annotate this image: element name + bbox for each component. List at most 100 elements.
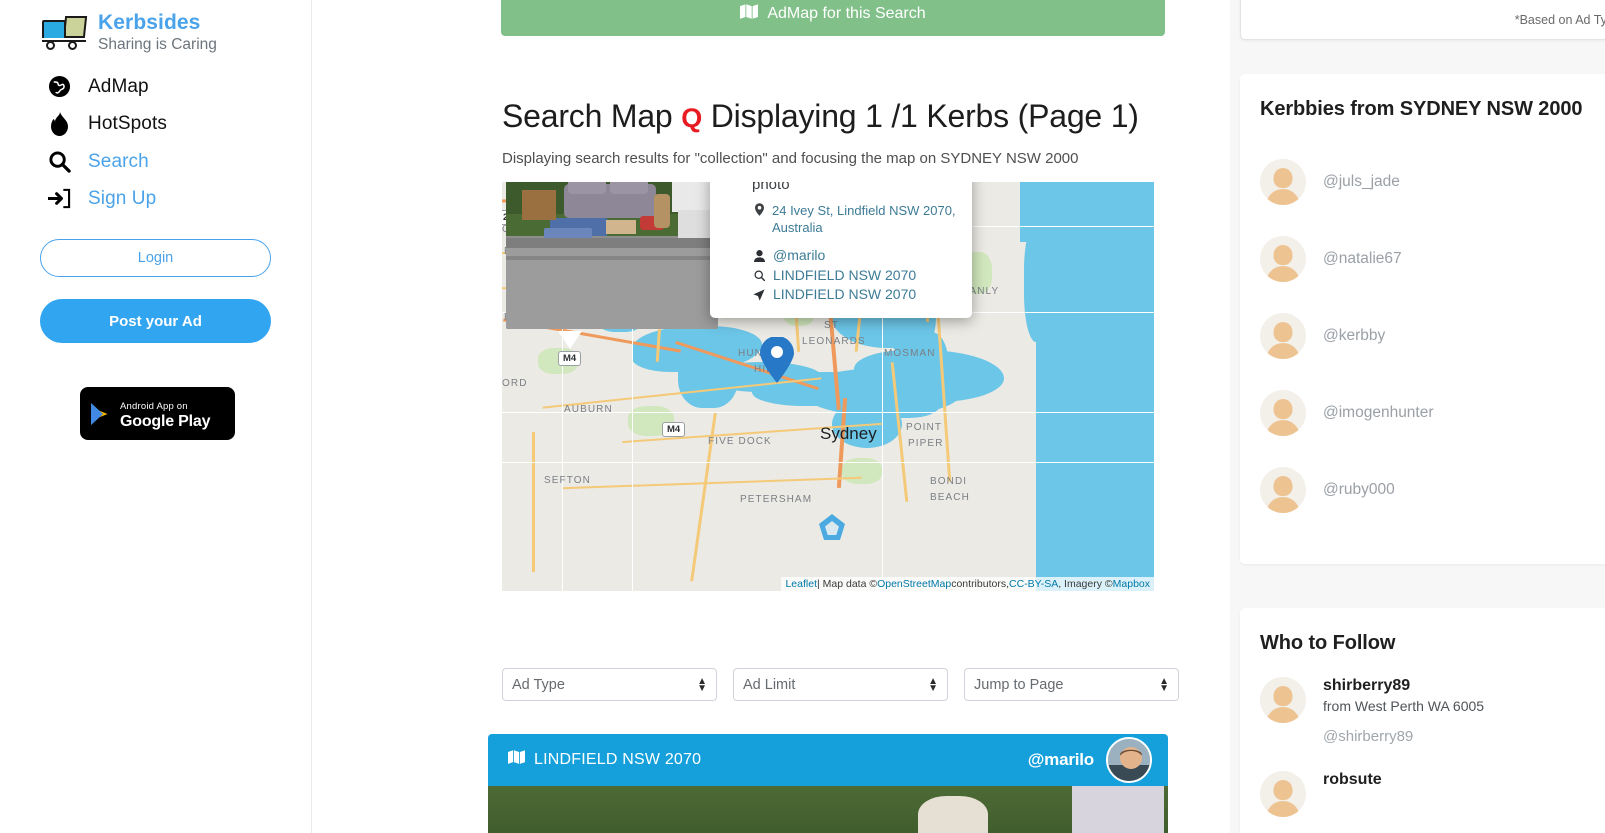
avatar[interactable]	[1106, 737, 1152, 783]
popup-nav-location: LINDFIELD NSW 2070	[773, 285, 917, 302]
map-pin-marker[interactable]	[760, 337, 794, 383]
osm-link[interactable]: OpenStreetMap	[877, 578, 951, 590]
sign-in-icon	[44, 187, 74, 210]
map-icon	[740, 3, 759, 25]
login-button[interactable]: Login	[40, 239, 271, 277]
list-item[interactable]: @natalie67	[1260, 220, 1605, 297]
map-label: MOSMAN	[884, 348, 936, 359]
license-link[interactable]: CC-BY-SA	[1009, 578, 1058, 590]
ad-card-location: LINDFIELD NSW 2070	[508, 750, 701, 770]
google-play-badge[interactable]: Android App on Google Play	[80, 387, 235, 440]
ad-type-note-card: *Based on Ad Type KE	[1240, 0, 1605, 40]
popup-search-row[interactable]: LINDFIELD NSW 2070	[752, 266, 960, 285]
map-label: AUBURN	[564, 404, 613, 415]
map-label: ORD	[502, 378, 528, 389]
chevron-updown-icon: ▲ ▼	[928, 675, 938, 694]
list-item[interactable]: @ruby000	[1260, 451, 1605, 528]
search-icon	[44, 150, 74, 173]
popup-title: photo	[752, 182, 790, 193]
popup-photo	[506, 182, 718, 329]
kerbbie-handle[interactable]: @kerbby	[1323, 327, 1385, 345]
leaflet-link[interactable]: Leaflet	[785, 578, 817, 590]
sidebar-item-search[interactable]: Search	[0, 143, 311, 180]
popup-address: 24 Ivey St, Lindfield NSW 2070, Australi…	[772, 203, 956, 236]
jump-to-page-select[interactable]: Jump to Page ▲ ▼	[964, 668, 1179, 701]
popup-tail	[558, 331, 582, 349]
list-item[interactable]: shirberry89 from West Perth WA 6005 @shi…	[1260, 677, 1605, 745]
chevron-updown-icon: ▲ ▼	[697, 675, 707, 694]
popup-search-location: LINDFIELD NSW 2070	[773, 266, 917, 283]
admap-banner-label: AdMap for this Search	[767, 5, 926, 22]
sidebar-nav: AdMap HotSpots Search Sign Up	[0, 68, 311, 217]
flame-icon	[44, 112, 74, 136]
follow-name[interactable]: shirberry89	[1323, 677, 1410, 694]
map-label: ST	[824, 320, 839, 331]
app-root: Kerbsides Sharing is Caring AdMap HotSpo…	[0, 0, 1605, 833]
who-to-follow-card: Who to Follow shirberry89 from West Pert…	[1240, 608, 1605, 833]
list-item[interactable]: @juls_jade	[1260, 143, 1605, 220]
user-icon	[752, 249, 766, 263]
sidebar-item-label: Search	[88, 150, 149, 172]
avatar	[1260, 677, 1306, 723]
truck-icon	[40, 14, 88, 54]
sidebar-item-hotspots[interactable]: HotSpots	[0, 105, 311, 143]
page-title-prefix: Search Map	[502, 98, 673, 134]
ad-type-select[interactable]: Ad Type ▲ ▼	[502, 668, 717, 701]
kerbbie-handle[interactable]: @imogenhunter	[1323, 404, 1434, 422]
ad-card-user[interactable]: @marilo	[1028, 750, 1094, 770]
map-icon	[508, 750, 525, 770]
search-q-icon: Q	[681, 103, 703, 133]
list-item[interactable]: @kerbby	[1260, 297, 1605, 374]
avatar	[1260, 771, 1306, 817]
sydney-city-marker	[812, 510, 852, 550]
post-your-ad-button[interactable]: Post your Ad	[40, 299, 271, 343]
map-label: PETERSHAM	[740, 494, 813, 505]
sidebar-item-label: AdMap	[88, 75, 149, 97]
follow-name[interactable]: robsute	[1323, 771, 1382, 788]
map-popup[interactable]: photo 24 Ivey St, Lindfield NSW 2070, Au…	[710, 182, 972, 319]
search-map[interactable]: NORTH ROCKS ROCKS EPPING WEST PYMBLE ALL…	[502, 182, 1154, 591]
attribution-text: | Map data ©	[817, 578, 878, 590]
ad-limit-select[interactable]: Ad Limit ▲ ▼	[733, 668, 948, 701]
chevron-updown-icon: ▲ ▼	[1159, 675, 1169, 694]
popup-user-row[interactable]: @marilo	[752, 246, 960, 265]
location-pin-icon	[752, 202, 766, 236]
ad-result-card[interactable]: LINDFIELD NSW 2070 @marilo	[488, 734, 1168, 833]
admap-for-search-banner[interactable]: AdMap for this Search	[501, 0, 1165, 36]
avatar	[1260, 312, 1306, 359]
map-label: Sydney	[820, 424, 877, 443]
sidebar-item-label: HotSpots	[88, 113, 167, 134]
google-play-small-label: Android App on	[120, 400, 188, 412]
map-label: SEFTON	[544, 475, 591, 486]
list-item[interactable]: @imogenhunter	[1260, 374, 1605, 451]
highway-shield: M4	[558, 351, 582, 366]
left-sidebar: Kerbsides Sharing is Caring AdMap HotSpo…	[0, 0, 312, 833]
google-play-icon	[90, 402, 112, 426]
follow-handle[interactable]: @shirberry89	[1323, 728, 1484, 745]
popup-nav-row[interactable]: LINDFIELD NSW 2070	[752, 285, 960, 304]
main-content: AdMap for this Search Search Map Q Displ…	[312, 0, 1230, 833]
kerbbie-handle[interactable]: @juls_jade	[1323, 173, 1400, 191]
kerbbie-handle[interactable]: @natalie67	[1323, 250, 1402, 268]
ad-card-location-label: LINDFIELD NSW 2070	[534, 751, 702, 768]
ad-card-image	[488, 786, 1168, 833]
map-label: FIVE DOCK	[708, 436, 772, 447]
avatar	[1260, 466, 1306, 513]
map-label: LEONARDS	[802, 336, 866, 347]
mapbox-link[interactable]: Mapbox	[1113, 578, 1150, 590]
popup-address-row[interactable]: 24 Ivey St, Lindfield NSW 2070, Australi…	[752, 202, 960, 236]
list-item[interactable]: robsute	[1260, 771, 1605, 817]
kerbbie-handle[interactable]: @ruby000	[1323, 481, 1395, 499]
sidebar-item-signup[interactable]: Sign Up	[0, 180, 311, 217]
brand-logo[interactable]: Kerbsides Sharing is Caring	[0, 0, 311, 54]
avatar	[1260, 158, 1306, 205]
sidebar-actions: Login Post your Ad	[0, 217, 311, 343]
kerbbies-title: Kerbbies from SYDNEY NSW 2000	[1260, 98, 1583, 120]
navigation-arrow-icon	[752, 288, 766, 301]
map-attribution: Leaflet | Map data © OpenStreetMap contr…	[781, 577, 1154, 591]
avatar	[1260, 235, 1306, 282]
sidebar-item-admap[interactable]: AdMap	[0, 68, 311, 105]
search-icon	[752, 269, 766, 282]
map-label: BEACH	[930, 492, 970, 503]
follow-location: from West Perth WA 6005	[1323, 698, 1485, 714]
